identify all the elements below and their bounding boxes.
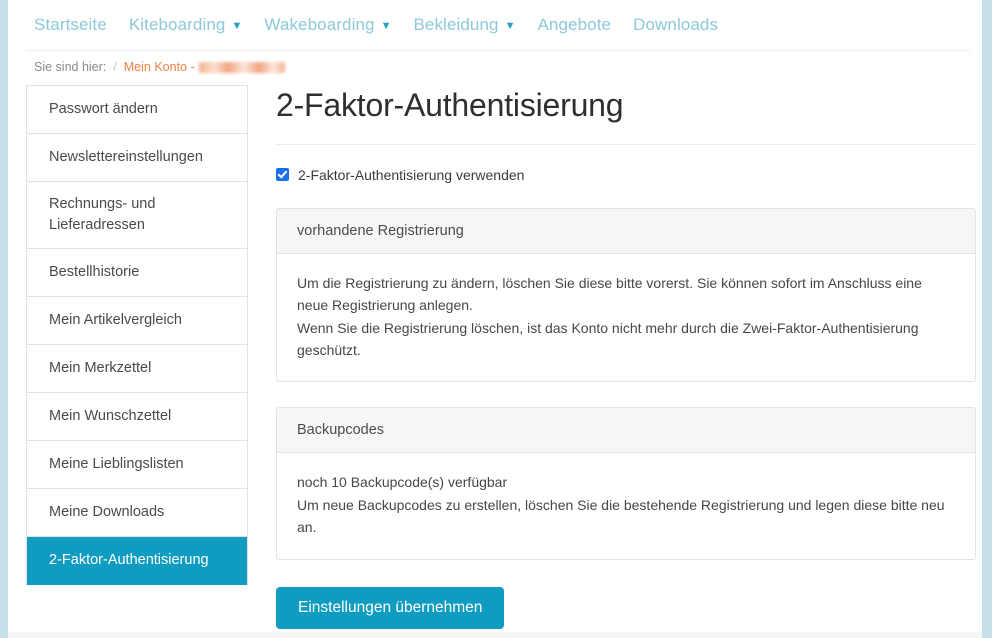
nav-item-startseite[interactable]: Startseite [34,15,107,35]
breadcrumb-prefix: Sie sind hier: [34,60,107,74]
nav-divider [26,50,970,51]
panel-body: noch 10 Backupcode(s) verfügbar Um neue … [277,453,975,558]
sidebar-item-newslettereinstellungen[interactable]: Newslettereinstellungen [27,134,247,183]
nav-list: Startseite Kiteboarding ▼ Wakeboarding ▼… [8,0,982,50]
sidebar-item-label: Mein Artikelvergleich [49,312,182,329]
panel-backupcodes: Backupcodes noch 10 Backupcode(s) verfüg… [276,407,976,560]
sidebar-item-mein-artikelvergleich[interactable]: Mein Artikelvergleich [27,297,247,346]
page-title: 2-Faktor-Authentisierung [276,87,624,123]
nav-item-kiteboarding[interactable]: Kiteboarding ▼ [129,15,243,35]
nav-label: Wakeboarding [264,15,375,34]
sidebar-item-label: Newslettereinstellungen [49,149,203,166]
main-content: 2-Faktor-Authentisierung 2-Faktor-Authen… [276,85,976,629]
sidebar-item-label: Meine Downloads [49,504,165,521]
sidebar-item-label: Mein Merkzettel [49,360,152,377]
sidebar-item-mein-merkzettel[interactable]: Mein Merkzettel [27,345,247,394]
sidebar-item-label: 2-Faktor-Authentisierung [49,552,209,569]
sidebar-item-label: Bestellhistorie [49,264,140,281]
page-content-area: Startseite Kiteboarding ▼ Wakeboarding ▼… [8,0,982,632]
panel-body: Um die Registrierung zu ändern, löschen … [277,254,975,382]
sidebar-item-meine-lieblingslisten[interactable]: Meine Lieblingslisten [27,441,247,490]
enable-2fa-row: 2-Faktor-Authentisierung verwenden [276,167,976,183]
sidebar-item-meine-downloads[interactable]: Meine Downloads [27,489,247,538]
apply-settings-button[interactable]: Einstellungen übernehmen [276,586,505,629]
chevron-down-icon: ▼ [504,19,516,32]
chevron-down-icon: ▼ [380,19,392,32]
page-frame: Startseite Kiteboarding ▼ Wakeboarding ▼… [0,0,992,638]
sidebar-item-label: Mein Wunschzettel [49,408,172,425]
sidebar-item-bestellhistorie[interactable]: Bestellhistorie [27,249,247,298]
title-divider [276,143,976,145]
sidebar-item-passwort-aendern[interactable]: Passwort ändern [27,86,247,135]
panel-text-line: Wenn Sie die Registrierung löschen, ist … [297,319,919,358]
nav-item-downloads[interactable]: Downloads [633,15,718,35]
panel-text-line: Um die Registrierung zu ändern, löschen … [297,274,922,314]
enable-2fa-label[interactable]: 2-Faktor-Authentisierung verwenden [298,167,524,183]
sidebar-item-label: Rechnungs- und Lieferadressen [49,196,156,234]
chevron-down-icon: ▼ [231,19,243,32]
nav-label: Downloads [633,15,719,34]
breadcrumb-link-mein-konto[interactable]: Mein Konto - [124,60,195,74]
panel-heading: vorhandene Registrierung [277,208,975,254]
nav-label: Angebote [537,15,612,34]
main-navigation: Startseite Kiteboarding ▼ Wakeboarding ▼… [8,0,982,50]
nav-label: Bekleidung [413,15,499,34]
nav-item-wakeboarding[interactable]: Wakeboarding ▼ [264,15,391,35]
backupcodes-count-text: noch 10 Backupcode(s) verfügbar [297,474,508,491]
sidebar-item-rechnungs-und-lieferadressen[interactable]: Rechnungs- und Lieferadressen [27,182,247,250]
panel-text-line: Um neue Backupcodes zu erstellen, lösche… [297,496,945,536]
panel-vorhandene-registrierung: vorhandene Registrierung Um die Registri… [276,207,976,383]
sidebar-item-2-faktor-authentisierung[interactable]: 2-Faktor-Authentisierung [27,537,247,586]
nav-label: Startseite [34,15,107,34]
breadcrumb: Sie sind hier: / Mein Konto - [34,60,285,74]
breadcrumb-redacted-email [198,61,285,73]
sidebar-item-label: Meine Lieblingslisten [49,456,184,473]
account-sidebar: Passwort ändern Newslettereinstellungen … [26,85,248,586]
sidebar-item-label: Passwort ändern [49,101,158,117]
nav-item-bekleidung[interactable]: Bekleidung ▼ [413,15,515,35]
page-bottom-strip [8,632,982,638]
panel-heading: Backupcodes [277,408,975,454]
sidebar-item-mein-wunschzettel[interactable]: Mein Wunschzettel [27,393,247,442]
nav-label: Kiteboarding [128,15,226,34]
enable-2fa-checkbox[interactable] [276,168,289,182]
breadcrumb-separator: / [113,60,117,74]
nav-item-angebote[interactable]: Angebote [537,15,611,35]
